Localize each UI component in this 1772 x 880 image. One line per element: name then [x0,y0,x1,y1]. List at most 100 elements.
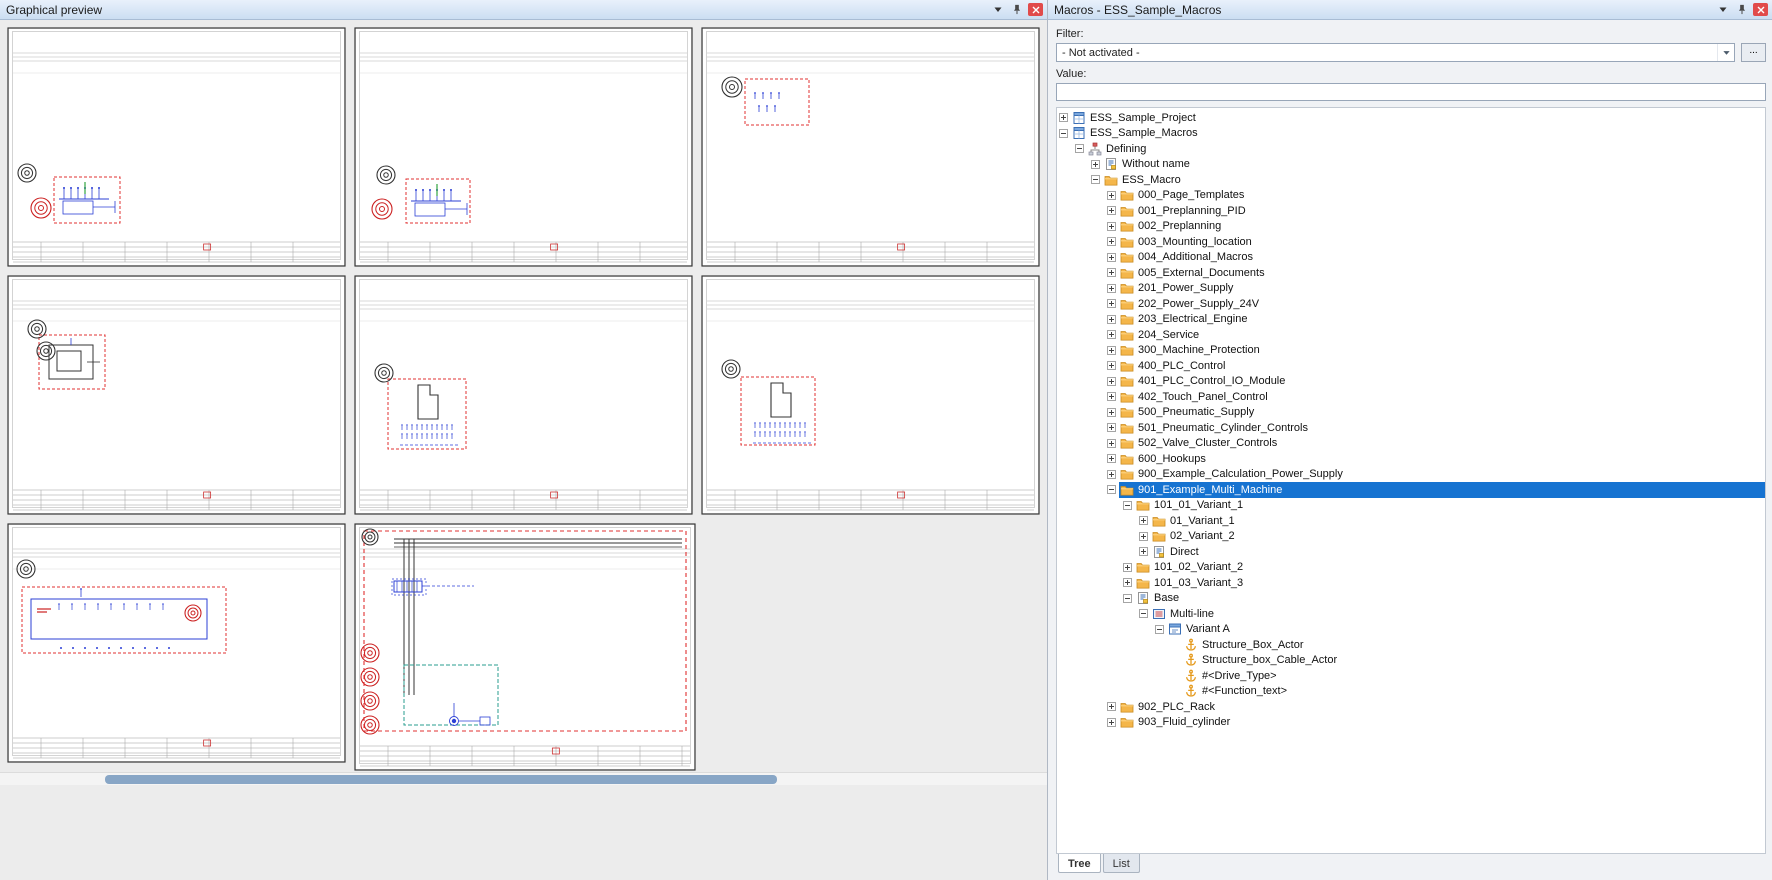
tree-item[interactable]: 02_Variant_2 [1057,529,1765,545]
expand-toggle[interactable] [1107,439,1116,448]
horizontal-scrollbar[interactable] [0,772,1047,785]
expand-toggle[interactable] [1107,284,1116,293]
expand-toggle[interactable] [1107,299,1116,308]
tree-item[interactable]: Structure_Box_Actor [1057,637,1765,653]
expand-toggle[interactable] [1107,423,1116,432]
expand-toggle[interactable] [1107,718,1116,727]
expand-toggle[interactable] [1107,237,1116,246]
tree-item-content[interactable]: 600_Hookups [1119,451,1765,467]
tree-item-content[interactable]: 01_Variant_1 [1151,513,1765,529]
tree-item[interactable]: 203_Electrical_Engine [1057,312,1765,328]
tree-item-content[interactable]: ESS_Sample_Project [1071,110,1765,126]
tree-item[interactable]: Without name [1057,157,1765,173]
expand-toggle[interactable] [1107,702,1116,711]
tree-item-content[interactable]: 501_Pneumatic_Cylinder_Controls [1119,420,1765,436]
tree-item[interactable]: Multi-line [1057,606,1765,622]
tree-item[interactable]: 401_PLC_Control_IO_Module [1057,374,1765,390]
pin-icon[interactable] [1734,3,1750,17]
tree-item[interactable]: 600_Hookups [1057,451,1765,467]
tree-item-content[interactable]: ESS_Sample_Macros [1071,126,1765,142]
expand-toggle[interactable] [1107,408,1116,417]
page-thumbnail-7[interactable] [7,523,346,763]
tree-item[interactable]: 003_Mounting_location [1057,234,1765,250]
tree-item[interactable]: 101_03_Variant_3 [1057,575,1765,591]
expand-toggle[interactable] [1107,206,1116,215]
expand-toggle[interactable] [1091,160,1100,169]
tree-item-content[interactable]: 902_PLC_Rack [1119,699,1765,715]
expand-toggle[interactable] [1107,346,1116,355]
tree-item[interactable]: 01_Variant_1 [1057,513,1765,529]
tree-item[interactable]: 501_Pneumatic_Cylinder_Controls [1057,420,1765,436]
tree-item-content[interactable]: Structure_Box_Actor [1183,637,1765,653]
tree-item-content[interactable]: 203_Electrical_Engine [1119,312,1765,328]
expand-toggle[interactable] [1139,532,1148,541]
collapse-toggle[interactable] [1059,129,1068,138]
page-thumbnail-8[interactable] [354,523,696,771]
tree-item-content[interactable]: 002_Preplanning [1119,219,1765,235]
tree-item-content[interactable]: #<Function_text> [1183,684,1765,700]
collapse-toggle[interactable] [1139,609,1148,618]
tree-item-content[interactable]: Base [1135,591,1765,607]
tree-item-content[interactable]: 402_Touch_Panel_Control [1119,389,1765,405]
expand-toggle[interactable] [1107,361,1116,370]
tree-item[interactable]: Direct [1057,544,1765,560]
tree-item[interactable]: 005_External_Documents [1057,265,1765,281]
dropdown-menu-icon[interactable] [1715,3,1731,17]
tree-item-content[interactable]: 101_01_Variant_1 [1135,498,1765,514]
tree-item-content[interactable]: 500_Pneumatic_Supply [1119,405,1765,421]
expand-toggle[interactable] [1107,454,1116,463]
tree-item-content[interactable]: 201_Power_Supply [1119,281,1765,297]
chevron-down-icon[interactable] [1717,44,1734,61]
collapse-toggle[interactable] [1091,175,1100,184]
tree-item-content[interactable]: #<Drive_Type> [1183,668,1765,684]
tree-item-content[interactable]: 02_Variant_2 [1151,529,1765,545]
expand-toggle[interactable] [1107,191,1116,200]
tree-item[interactable]: 204_Service [1057,327,1765,343]
tree-item-content[interactable]: 502_Valve_Cluster_Controls [1119,436,1765,452]
filter-dropdown[interactable]: - Not activated - [1056,43,1735,62]
filter-browse-button[interactable]: ... [1741,43,1766,62]
tree-item-content[interactable]: 001_Preplanning_PID [1119,203,1765,219]
tree-item-content[interactable]: ESS_Macro [1103,172,1765,188]
tree-item[interactable]: 502_Valve_Cluster_Controls [1057,436,1765,452]
tree-item[interactable]: 002_Preplanning [1057,219,1765,235]
tree-item-content[interactable]: Direct [1151,544,1765,560]
tree-item-content[interactable]: 101_03_Variant_3 [1135,575,1765,591]
tree-item[interactable]: 101_01_Variant_1 [1057,498,1765,514]
tree-item[interactable]: #<Drive_Type> [1057,668,1765,684]
tree-item[interactable]: 903_Fluid_cylinder [1057,715,1765,731]
expand-toggle[interactable] [1107,470,1116,479]
tree-item[interactable]: 004_Additional_Macros [1057,250,1765,266]
tree-item-content[interactable]: 901_Example_Multi_Machine [1119,482,1765,498]
page-thumbnail-3[interactable] [701,27,1040,267]
tree-item[interactable]: Defining [1057,141,1765,157]
page-thumbnail-1[interactable] [7,27,346,267]
expand-toggle[interactable] [1139,516,1148,525]
collapse-toggle[interactable] [1123,501,1132,510]
tree-item-content[interactable]: 401_PLC_Control_IO_Module [1119,374,1765,390]
tree-item[interactable]: ESS_Macro [1057,172,1765,188]
tree-item[interactable]: 300_Machine_Protection [1057,343,1765,359]
tree-item-content[interactable]: 202_Power_Supply_24V [1119,296,1765,312]
tree-item[interactable]: 402_Touch_Panel_Control [1057,389,1765,405]
tree-item[interactable]: ESS_Sample_Macros [1057,126,1765,142]
tree-item-content[interactable]: 300_Machine_Protection [1119,343,1765,359]
scrollbar-thumb[interactable] [105,775,777,784]
tree-item[interactable]: 900_Example_Calculation_Power_Supply [1057,467,1765,483]
value-input[interactable] [1056,83,1766,101]
tree-item[interactable]: 202_Power_Supply_24V [1057,296,1765,312]
tree-item-content[interactable]: Multi-line [1151,606,1765,622]
page-thumbnail-5[interactable] [354,275,693,515]
tree-item-content[interactable]: 900_Example_Calculation_Power_Supply [1119,467,1765,483]
tree-item-content[interactable]: 004_Additional_Macros [1119,250,1765,266]
tree-item-content[interactable]: 005_External_Documents [1119,265,1765,281]
tree-item[interactable]: 001_Preplanning_PID [1057,203,1765,219]
tree-item[interactable]: 902_PLC_Rack [1057,699,1765,715]
expand-toggle[interactable] [1107,222,1116,231]
page-thumbnail-2[interactable] [354,27,693,267]
tree-item[interactable]: #<Function_text> [1057,684,1765,700]
tree-item[interactable]: 500_Pneumatic_Supply [1057,405,1765,421]
tab-tree[interactable]: Tree [1058,854,1101,873]
close-icon[interactable] [1753,3,1768,16]
tree-item[interactable]: 901_Example_Multi_Machine [1057,482,1765,498]
